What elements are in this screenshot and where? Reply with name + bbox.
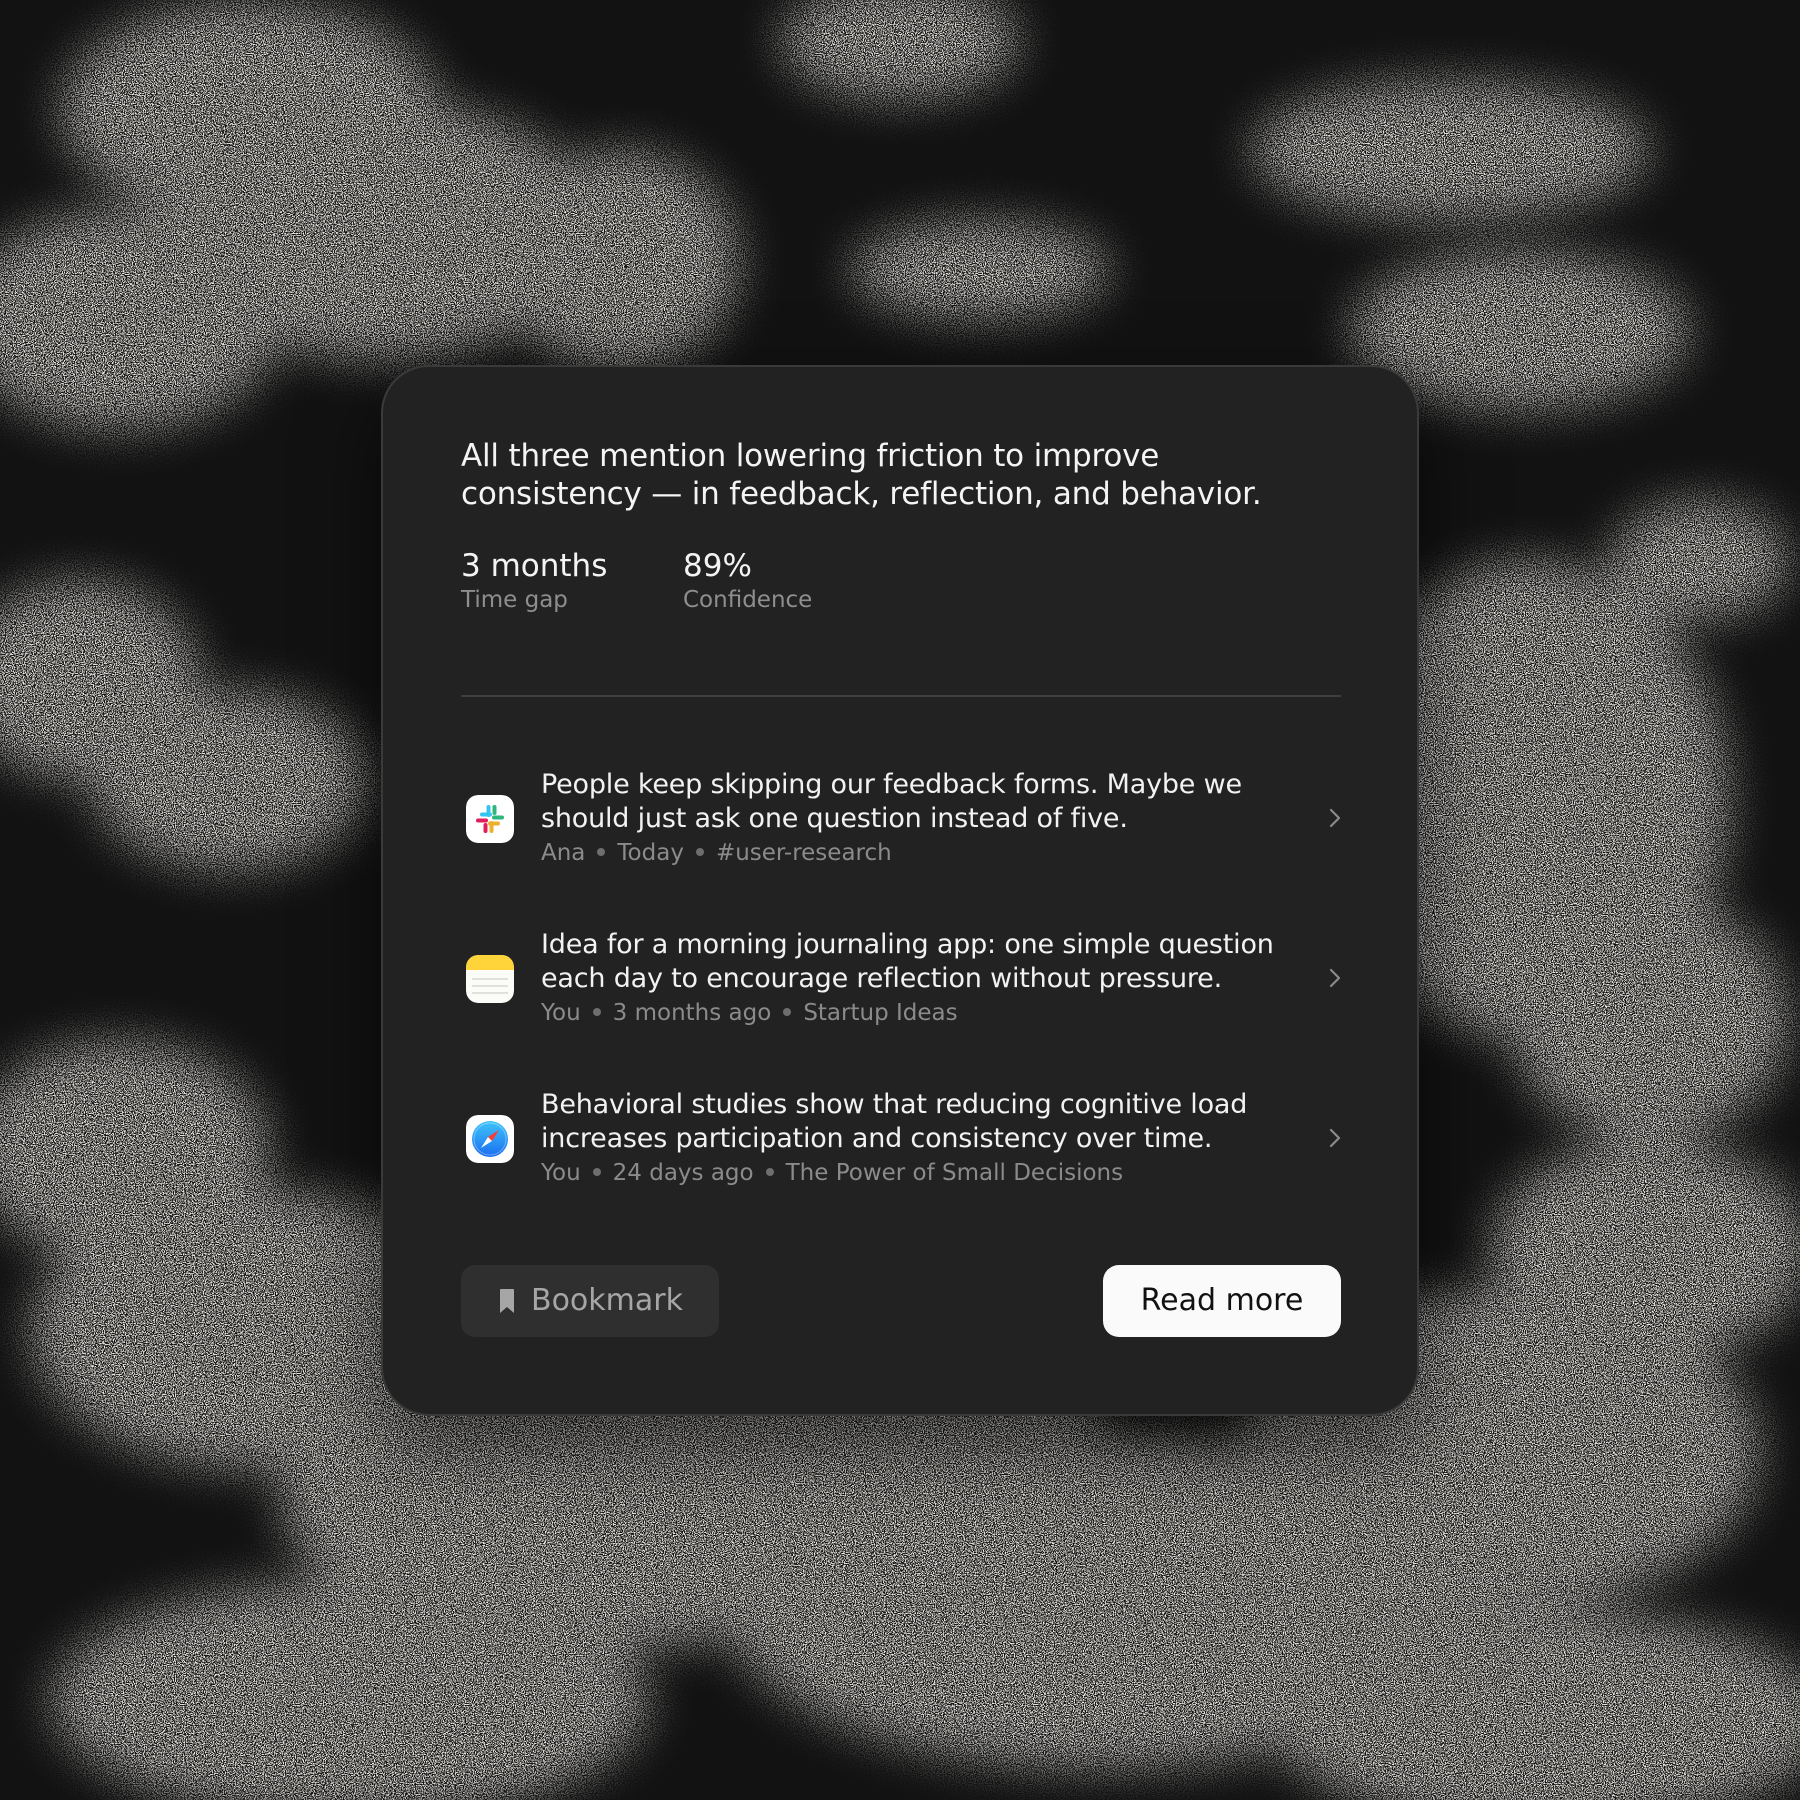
source-author: You: [541, 1160, 581, 1186]
source-meta: You 24 days ago The Power of Small Decisio…: [541, 1158, 1123, 1188]
stat-value: 89%: [683, 548, 752, 584]
separator-dot: [695, 847, 704, 856]
source-author: Ana: [541, 840, 586, 866]
notes-icon: [466, 955, 514, 1003]
divider: [461, 695, 1341, 697]
source-location: Startup Ideas: [803, 1000, 958, 1026]
source-meta: Ana Today #user-research: [541, 838, 892, 868]
source-location: The Power of Small Decisions: [785, 1160, 1124, 1186]
separator-dot: [592, 1007, 601, 1016]
insight-headline: All three mention lowering friction to i…: [461, 438, 1262, 512]
bookmark-label: Bookmark: [531, 1283, 683, 1318]
stat-time-gap: 3 months Time gap: [461, 547, 607, 615]
chevron-right-icon: [1329, 1128, 1341, 1148]
source-excerpt: People keep skipping our feedback forms.…: [541, 769, 1242, 834]
source-location: #user-research: [715, 840, 892, 866]
bookmark-icon: [500, 1289, 514, 1313]
source-excerpt: Idea for a morning journaling app: one s…: [541, 929, 1274, 994]
separator-dot: [765, 1167, 774, 1176]
slack-icon: [466, 795, 514, 843]
source-time: Today: [617, 840, 684, 866]
safari-icon: [466, 1115, 514, 1163]
insight-card: All three mention lowering friction to i…: [381, 365, 1419, 1416]
source-time: 3 months ago: [612, 1000, 772, 1026]
source-time: 24 days ago: [612, 1160, 754, 1186]
source-item[interactable]: Idea for a morning journaling app: one s…: [461, 928, 1345, 1046]
source-item[interactable]: People keep skipping our feedback forms.…: [461, 768, 1345, 886]
chevron-right-icon: [1329, 808, 1341, 828]
separator-dot: [592, 1167, 601, 1176]
separator-dot: [597, 847, 606, 856]
bookmark-button[interactable]: Bookmark: [461, 1265, 719, 1337]
stat-label: Time gap: [461, 587, 568, 613]
stat-confidence: 89% Confidence: [683, 547, 812, 615]
source-excerpt: Behavioral studies show that reducing co…: [541, 1089, 1248, 1154]
chevron-right-icon: [1329, 968, 1341, 988]
source-item[interactable]: Behavioral studies show that reducing co…: [461, 1088, 1345, 1206]
read-more-button[interactable]: Read more: [1103, 1265, 1341, 1337]
source-meta: You 3 months ago Startup Ideas: [541, 998, 958, 1028]
separator-dot: [783, 1007, 792, 1016]
stat-value: 3 months: [461, 548, 608, 584]
stat-label: Confidence: [683, 587, 813, 613]
source-author: You: [541, 1000, 581, 1026]
